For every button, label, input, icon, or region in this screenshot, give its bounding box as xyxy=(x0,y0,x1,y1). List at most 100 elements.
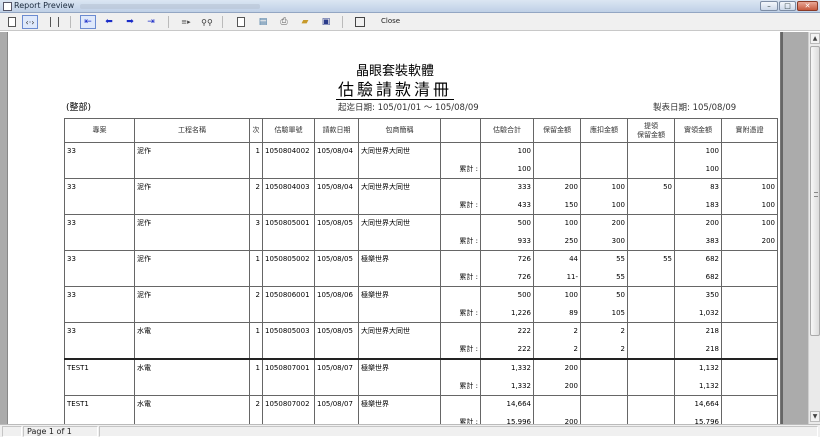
amount-cell: 100 xyxy=(580,178,628,197)
empty-cell xyxy=(134,304,250,323)
project-name-cell: 水電 xyxy=(134,395,250,414)
amount-cell: 350 xyxy=(674,286,722,305)
page-setup-button[interactable] xyxy=(352,15,368,29)
project-name-cell: 泥作 xyxy=(134,286,250,305)
column-header: 估驗合計 xyxy=(480,118,534,143)
empty-cell xyxy=(64,232,135,251)
cumulative-label: 累計 : xyxy=(440,304,481,323)
table-row: TEST1 水電 2 1050807002 105/08/07 極樂世界 14,664 14,… xyxy=(64,395,778,414)
project-cell: 33 xyxy=(64,250,135,269)
cumulative-amount-cell: 682 xyxy=(674,268,722,287)
cumulative-amount-cell: 100 xyxy=(721,196,778,215)
empty-cell xyxy=(262,413,315,424)
column-header xyxy=(440,118,481,143)
project-cell: 33 xyxy=(64,178,135,197)
empty-cell xyxy=(64,304,135,323)
amount-cell: 200 xyxy=(674,214,722,233)
empty-cell xyxy=(64,268,135,287)
label-cell xyxy=(440,142,481,161)
amount-cell: 500 xyxy=(480,286,534,305)
amount-cell: 55 xyxy=(580,250,628,269)
request-date-cell: 105/08/04 xyxy=(314,178,359,197)
two-page-button[interactable] xyxy=(46,15,62,29)
amount-cell: 2 xyxy=(533,322,581,341)
goto-page-button[interactable]: ≡▸ xyxy=(178,15,194,29)
maximize-button[interactable]: □ xyxy=(779,1,796,11)
amount-cell: 200 xyxy=(533,178,581,197)
empty-cell xyxy=(134,340,250,360)
cumulative-amount-cell: 55 xyxy=(580,268,628,287)
table-row: 33 水電 1 1050805003 105/08/05 大同世界大同世 222 2 2 218 xyxy=(64,322,778,341)
label-cell xyxy=(440,286,481,305)
amount-cell xyxy=(721,142,778,161)
amount-cell xyxy=(533,395,581,414)
empty-cell xyxy=(134,160,250,179)
scroll-up-icon[interactable]: ▲ xyxy=(810,33,820,44)
project-cell: TEST1 xyxy=(64,358,135,378)
cumulative-amount-cell xyxy=(627,304,675,323)
print-button[interactable]: ⎙ xyxy=(276,15,292,29)
first-page-button[interactable]: ⇤ xyxy=(80,15,96,29)
find-button[interactable]: ⚲⚲ xyxy=(199,15,215,29)
close-preview-button[interactable]: Close xyxy=(381,17,400,25)
amount-cell xyxy=(721,358,778,378)
column-header: 專案 xyxy=(64,118,135,143)
printer-icon: ⎙ xyxy=(280,17,288,27)
amount-cell xyxy=(627,395,675,414)
two-pages-icon xyxy=(49,17,59,27)
minimize-button[interactable]: – xyxy=(760,1,778,11)
amount-cell xyxy=(580,142,628,161)
project-cell: 33 xyxy=(64,142,135,161)
export-button[interactable]: ▤ xyxy=(255,15,271,29)
close-window-button[interactable]: ✕ xyxy=(797,1,818,11)
empty-cell xyxy=(262,268,315,287)
cumulative-amount-cell xyxy=(627,377,675,396)
label-cell xyxy=(440,395,481,414)
amount-cell xyxy=(580,395,628,414)
save-button[interactable]: ▣ xyxy=(318,15,334,29)
empty-cell xyxy=(249,377,263,396)
cumulative-amount-cell: 933 xyxy=(480,232,534,251)
cumulative-row: 累計 :100 100 xyxy=(64,160,778,179)
page-indicator: Page 1 of 1 xyxy=(23,426,98,437)
scroll-down-icon[interactable]: ▼ xyxy=(810,411,820,422)
cumulative-amount-cell: 150 xyxy=(533,196,581,215)
previous-page-button[interactable]: ⬅ xyxy=(101,15,117,29)
vertical-scrollbar[interactable]: ▲ ▼ xyxy=(808,32,820,424)
next-page-button[interactable]: ➡ xyxy=(122,15,138,29)
empty-cell xyxy=(64,340,135,360)
sequence-cell: 1 xyxy=(249,250,263,269)
column-header: 包商簡稱 xyxy=(358,118,441,143)
last-page-button[interactable]: ⇥ xyxy=(143,15,159,29)
cumulative-amount-cell: 433 xyxy=(480,196,534,215)
cumulative-amount-cell xyxy=(627,413,675,424)
request-date-cell: 105/08/07 xyxy=(314,358,359,378)
cumulative-amount-cell: 105 xyxy=(580,304,628,323)
request-date-cell: 105/08/05 xyxy=(314,250,359,269)
request-date-cell: 105/08/07 xyxy=(314,395,359,414)
empty-cell xyxy=(314,377,359,396)
amount-cell xyxy=(627,142,675,161)
cumulative-label: 累計 : xyxy=(440,196,481,215)
project-cell: 33 xyxy=(64,286,135,305)
column-header: 請款日期 xyxy=(314,118,359,143)
open-button[interactable]: ▰ xyxy=(297,15,313,29)
amount-cell xyxy=(533,142,581,161)
empty-cell xyxy=(134,232,250,251)
first-page-icon: ⇤ xyxy=(84,17,92,27)
empty-cell xyxy=(358,268,441,287)
cumulative-amount-cell: 100 xyxy=(580,196,628,215)
empty-cell xyxy=(314,232,359,251)
scroll-thumb[interactable] xyxy=(810,46,820,336)
new-button[interactable] xyxy=(233,15,249,29)
amount-cell: 200 xyxy=(533,358,581,378)
page-width-button[interactable]: ‹·› xyxy=(22,15,38,29)
amount-cell: 100 xyxy=(480,142,534,161)
table-row: 33 泥作 3 1050805001 105/08/05 大同世界大同世 500 100 200… xyxy=(64,214,778,233)
single-page-button[interactable] xyxy=(4,15,20,29)
grip-icon xyxy=(814,192,818,197)
title-bar: Report Preview – □ ✕ xyxy=(0,0,820,13)
amount-cell: 200 xyxy=(580,214,628,233)
empty-cell xyxy=(262,377,315,396)
request-date-cell: 105/08/05 xyxy=(314,214,359,233)
